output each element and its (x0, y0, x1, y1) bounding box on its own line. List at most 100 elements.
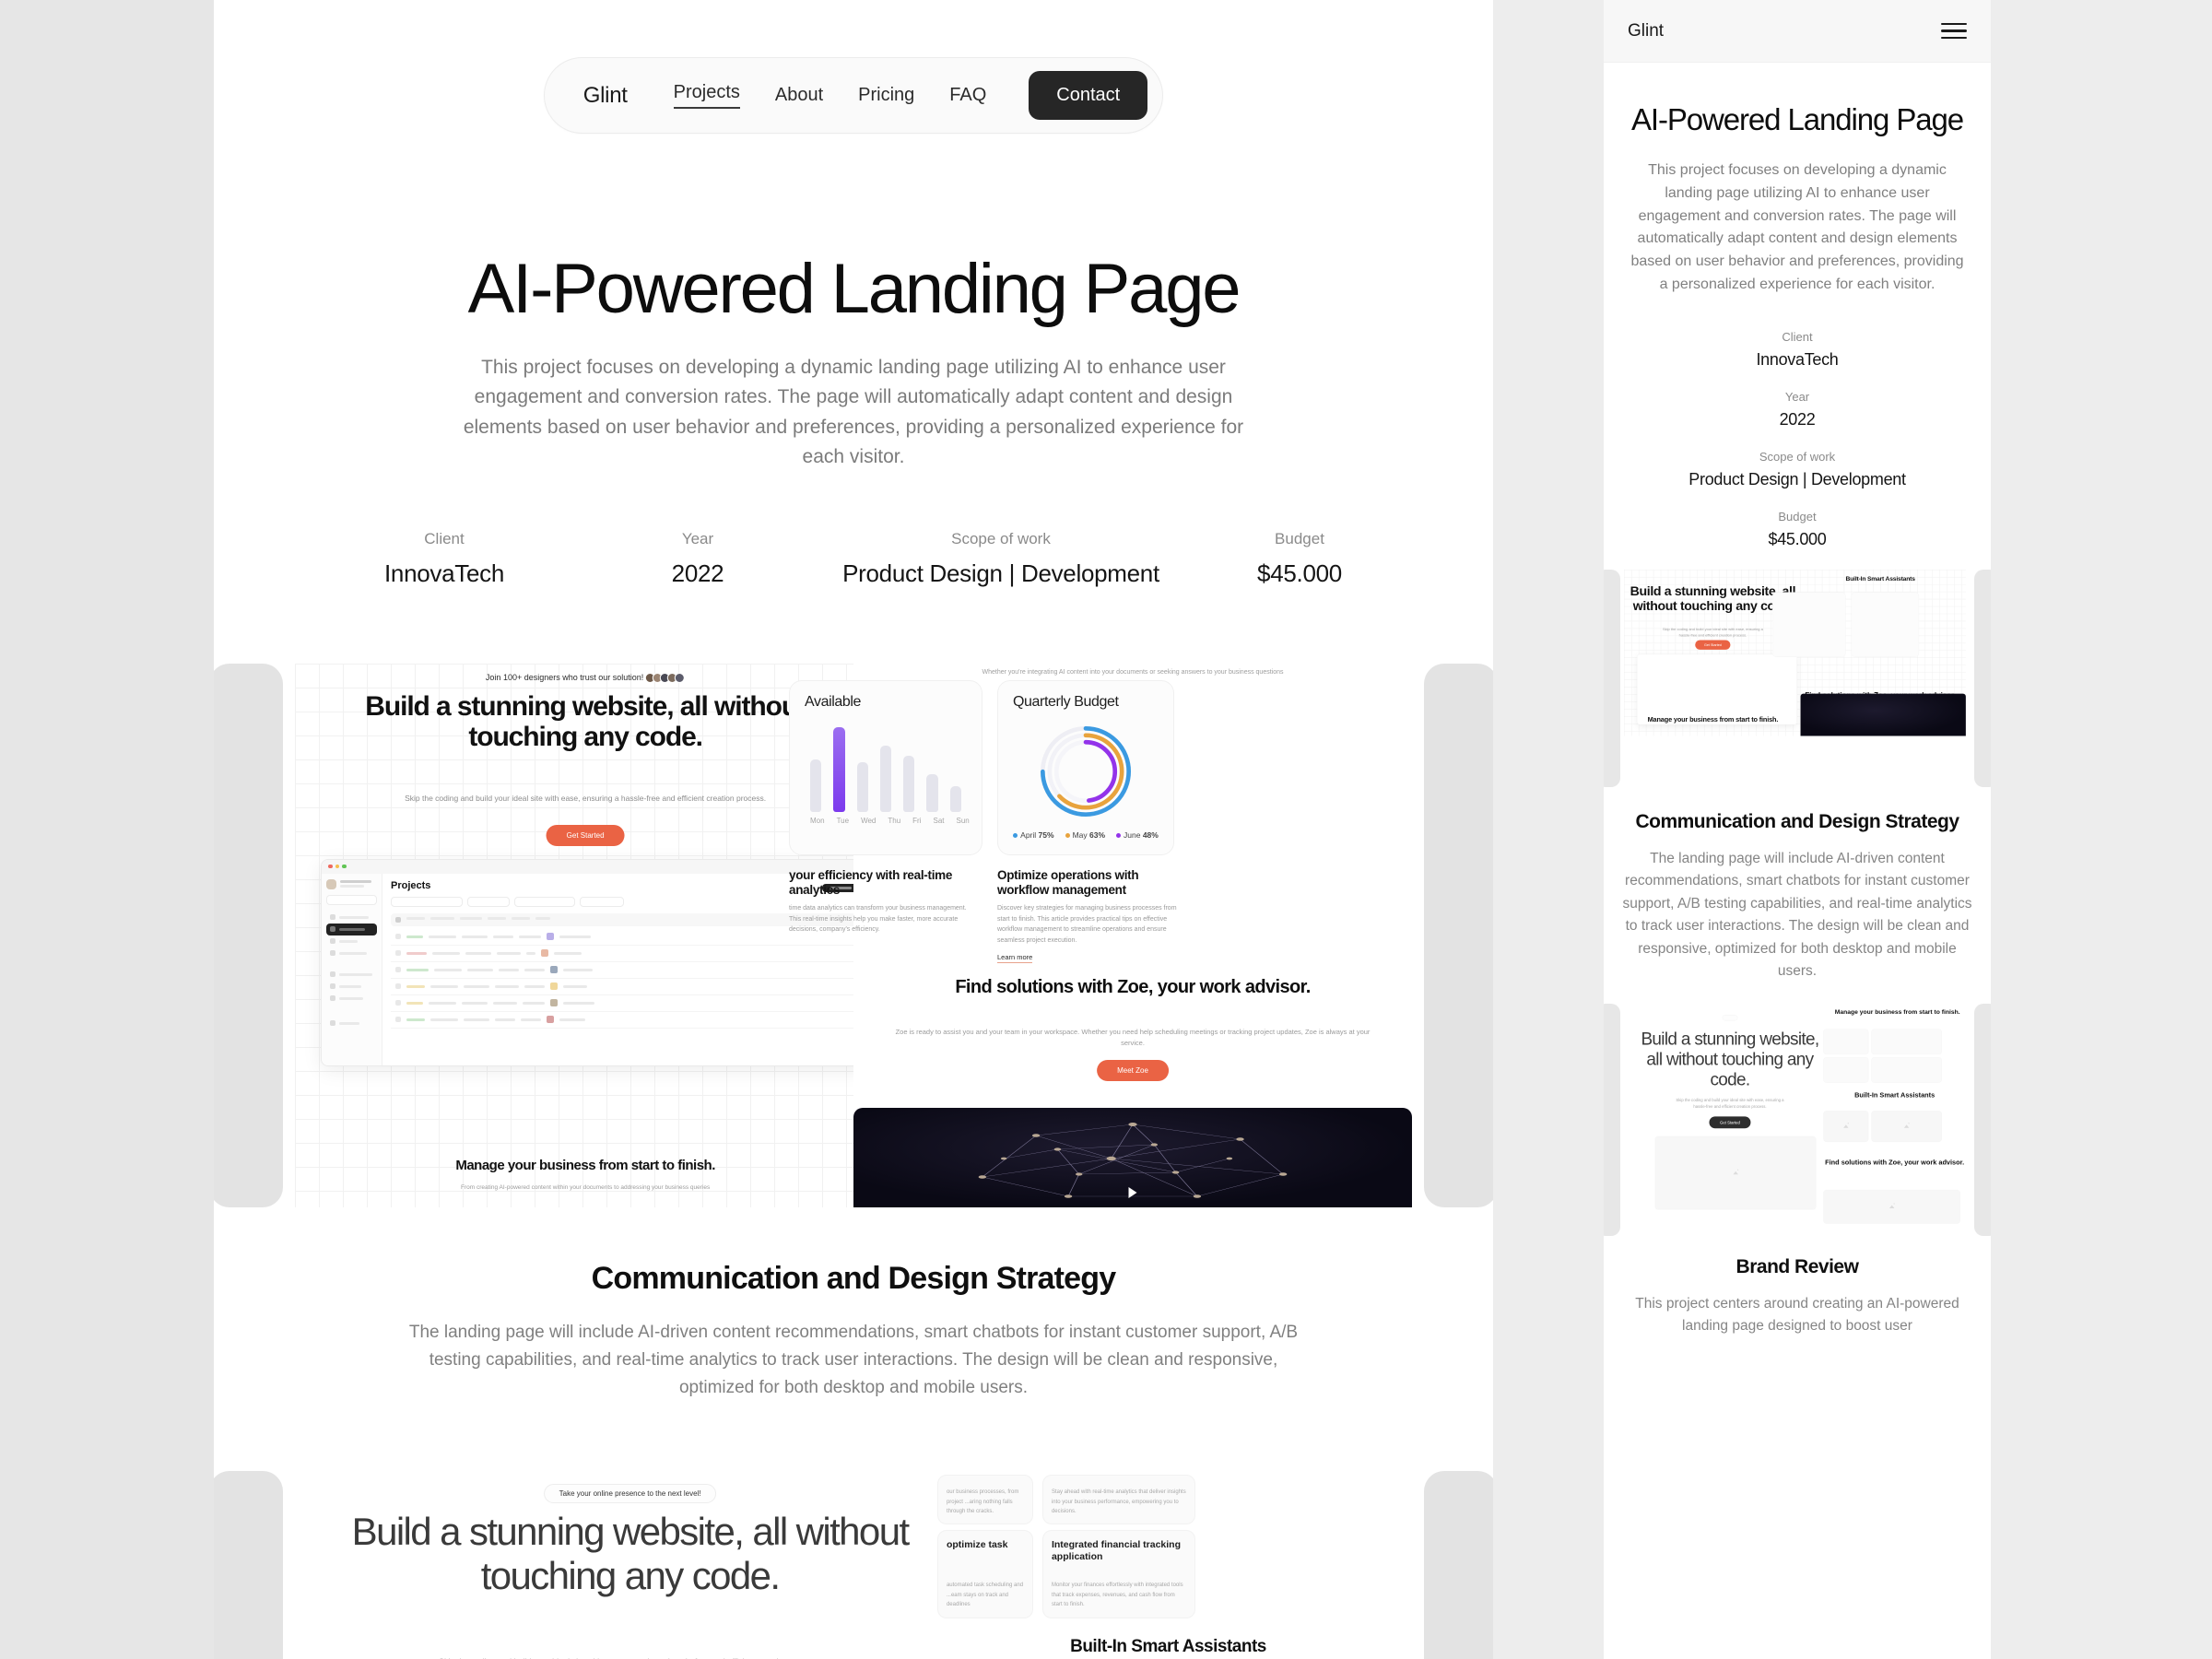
bar-label-thu: Thu (888, 816, 901, 825)
donut-chart (1034, 720, 1137, 823)
gallery-slide-two[interactable]: Take your online presence to the next le… (295, 1470, 1412, 1659)
mobile-carousel2-prev[interactable] (1604, 1003, 1620, 1236)
meta-scope-value: Product Design | Development (842, 559, 1159, 587)
meta-year: Year 2022 (592, 530, 804, 588)
mobile-brand-review-title: Brand Review (1735, 1255, 1859, 1277)
mock-analytics-page: Whether you're integrating AI content in… (789, 663, 1412, 1207)
learn-more-link[interactable]: Learn more (997, 953, 1033, 964)
feature-right-title: Optimize operations with workflow manage… (997, 867, 1139, 897)
avatar-stack (645, 672, 686, 683)
mock-footer-text: From creating AI-powered content within … (460, 1183, 711, 1191)
meta-client: Client InnovaTech (334, 530, 555, 588)
zoe-body: Zoe is ready to assist you and your team… (895, 1027, 1371, 1047)
app-nav-payroll[interactable] (326, 981, 377, 993)
carousel2-prev-slide[interactable] (214, 1470, 283, 1659)
contact-button[interactable]: Contact (1029, 71, 1148, 120)
nav-link-faq[interactable]: FAQ (949, 85, 986, 106)
app-filter-status[interactable] (467, 896, 510, 907)
desktop-preview-panel: Glint Projects About Pricing FAQ Contact… (214, 0, 1493, 1659)
page-title: AI-Powered Landing Page (467, 250, 1241, 328)
app-nav-analytics[interactable] (326, 947, 377, 959)
table-row[interactable] (391, 962, 860, 979)
mock2-headline: Build a stunning website, all without to… (351, 1509, 910, 1597)
mobile-carousel-next[interactable] (1974, 569, 1991, 787)
mobile-brand-review-section: Brand Review This project centers around… (1604, 1236, 1991, 1338)
table-row[interactable] (391, 995, 860, 1012)
nav-link-pricing[interactable]: Pricing (858, 85, 914, 106)
mobile-gallery-one[interactable]: Build a stunning website, all without to… (1604, 569, 1991, 787)
mobile-meta-budget-value: $45.000 (1768, 529, 1827, 548)
mobile-carousel2-next[interactable] (1974, 1003, 1991, 1236)
app-nav-files[interactable] (326, 935, 377, 947)
hamburger-menu-icon[interactable] (1941, 22, 1967, 40)
mock-footer-headline: Manage your business from start to finis… (455, 1157, 715, 1173)
mobile-carousel-prev[interactable] (1604, 569, 1620, 787)
mock-cta-button[interactable]: Get Started (546, 824, 625, 846)
mock-features-two: our business processes, from project ...… (936, 1471, 1412, 1659)
gallery-carousel-two[interactable]: Take your online presence to the next le… (214, 1470, 1493, 1659)
app-body: Projects (322, 873, 867, 1065)
nav-link-projects[interactable]: Projects (673, 82, 740, 109)
avatar (326, 878, 336, 889)
mock-eyebrow: Join 100+ designers who trust our soluti… (486, 672, 686, 683)
window-minimize-dot[interactable] (335, 864, 339, 869)
navbar-wrapper: Glint Projects About Pricing FAQ Contact (214, 0, 1493, 134)
feature-left: your efficiency with real-time analytics… (789, 868, 973, 935)
legend-april: April 75% (1013, 830, 1054, 840)
hero-section: AI-Powered Landing Page This project foc… (214, 134, 1493, 473)
app-nav-dashboard[interactable] (326, 912, 377, 924)
play-icon[interactable] (1128, 1186, 1137, 1198)
window-titlebar (322, 859, 868, 874)
bar-label-fri: Fri (912, 816, 922, 825)
window-close-dot[interactable] (328, 864, 333, 869)
gallery-slide-one[interactable]: Join 100+ designers who trust our soluti… (295, 663, 1412, 1207)
nav-link-about[interactable]: About (775, 85, 823, 106)
mock-hero-two: Take your online presence to the next le… (295, 1471, 965, 1659)
nav-links: Projects About Pricing FAQ (673, 82, 986, 109)
feature-left-title: your efficiency with real-time analytics (789, 867, 953, 897)
table-row[interactable] (391, 979, 860, 995)
donut-svg (1041, 725, 1131, 817)
app-user-chip[interactable] (326, 878, 377, 889)
gallery-carousel-one[interactable]: Join 100+ designers who trust our soluti… (214, 663, 1493, 1207)
feature-card-1-body: our business processes, from project ...… (946, 1489, 1019, 1514)
carousel-prev-slide[interactable] (214, 663, 283, 1207)
assistants-heading-block: Built-In Smart Assistants Whether you're… (924, 1637, 1412, 1659)
strategy-title: Communication and Design Strategy (591, 1260, 1116, 1296)
brand-logo[interactable]: Glint (583, 83, 628, 109)
carousel2-next-slide[interactable] (1424, 1470, 1493, 1659)
video-preview[interactable] (853, 1107, 1412, 1207)
mobile-meta-budget-label: Budget (1778, 509, 1817, 524)
app-nav-projects[interactable] (326, 923, 377, 935)
app-filter-teams[interactable] (580, 896, 624, 907)
mobile-brand-logo[interactable]: Glint (1628, 21, 1664, 41)
app-nav-time-tracking[interactable] (326, 969, 377, 981)
mobile-slide-one[interactable]: Build a stunning website, all without to… (1624, 569, 1971, 787)
window-maximize-dot[interactable] (342, 864, 347, 869)
feature-card-4-title: Integrated financial tracking applicatio… (1051, 1538, 1182, 1562)
zoe-title: Find solutions with Zoe, your work advis… (955, 976, 1311, 997)
app-nav-invoices[interactable] (326, 993, 377, 1005)
mock-app-window: Projects (321, 858, 869, 1066)
mobile-page-title: AI-Powered Landing Page (1631, 102, 1964, 136)
mobile-meta-year: Year 2022 (1622, 390, 1972, 429)
carousel-next-slide[interactable] (1424, 663, 1493, 1207)
mobile-gallery-two[interactable]: Build a stunning website, all without to… (1604, 1003, 1991, 1236)
app-filter-owner[interactable] (514, 896, 575, 907)
zoe-cta-button[interactable]: Meet Zoe (1097, 1059, 1169, 1081)
navbar: Glint Projects About Pricing FAQ Contact (543, 57, 1164, 134)
meta-scope: Scope of work Product Design | Developme… (804, 530, 1198, 588)
mobile-preview-panel: Glint AI-Powered Landing Page This proje… (1604, 0, 1991, 1659)
app-filter-search[interactable] (391, 896, 463, 907)
bar-chart-title: Available (805, 693, 862, 710)
mobile-meta-year-value: 2022 (1779, 409, 1816, 429)
table-row[interactable] (391, 946, 860, 962)
assistants-title: Built-In Smart Assistants (1070, 1636, 1266, 1656)
table-row[interactable] (391, 1012, 860, 1029)
strategy-description: The landing page will include AI-driven … (408, 1322, 1299, 1398)
meta-year-value: 2022 (671, 559, 724, 587)
app-nav-logout[interactable] (326, 1018, 377, 1030)
app-search-input[interactable] (326, 894, 377, 905)
feature-right: Optimize operations with workflow manage… (997, 868, 1178, 965)
mobile-slide-two[interactable]: Build a stunning website, all without to… (1624, 1003, 1971, 1236)
